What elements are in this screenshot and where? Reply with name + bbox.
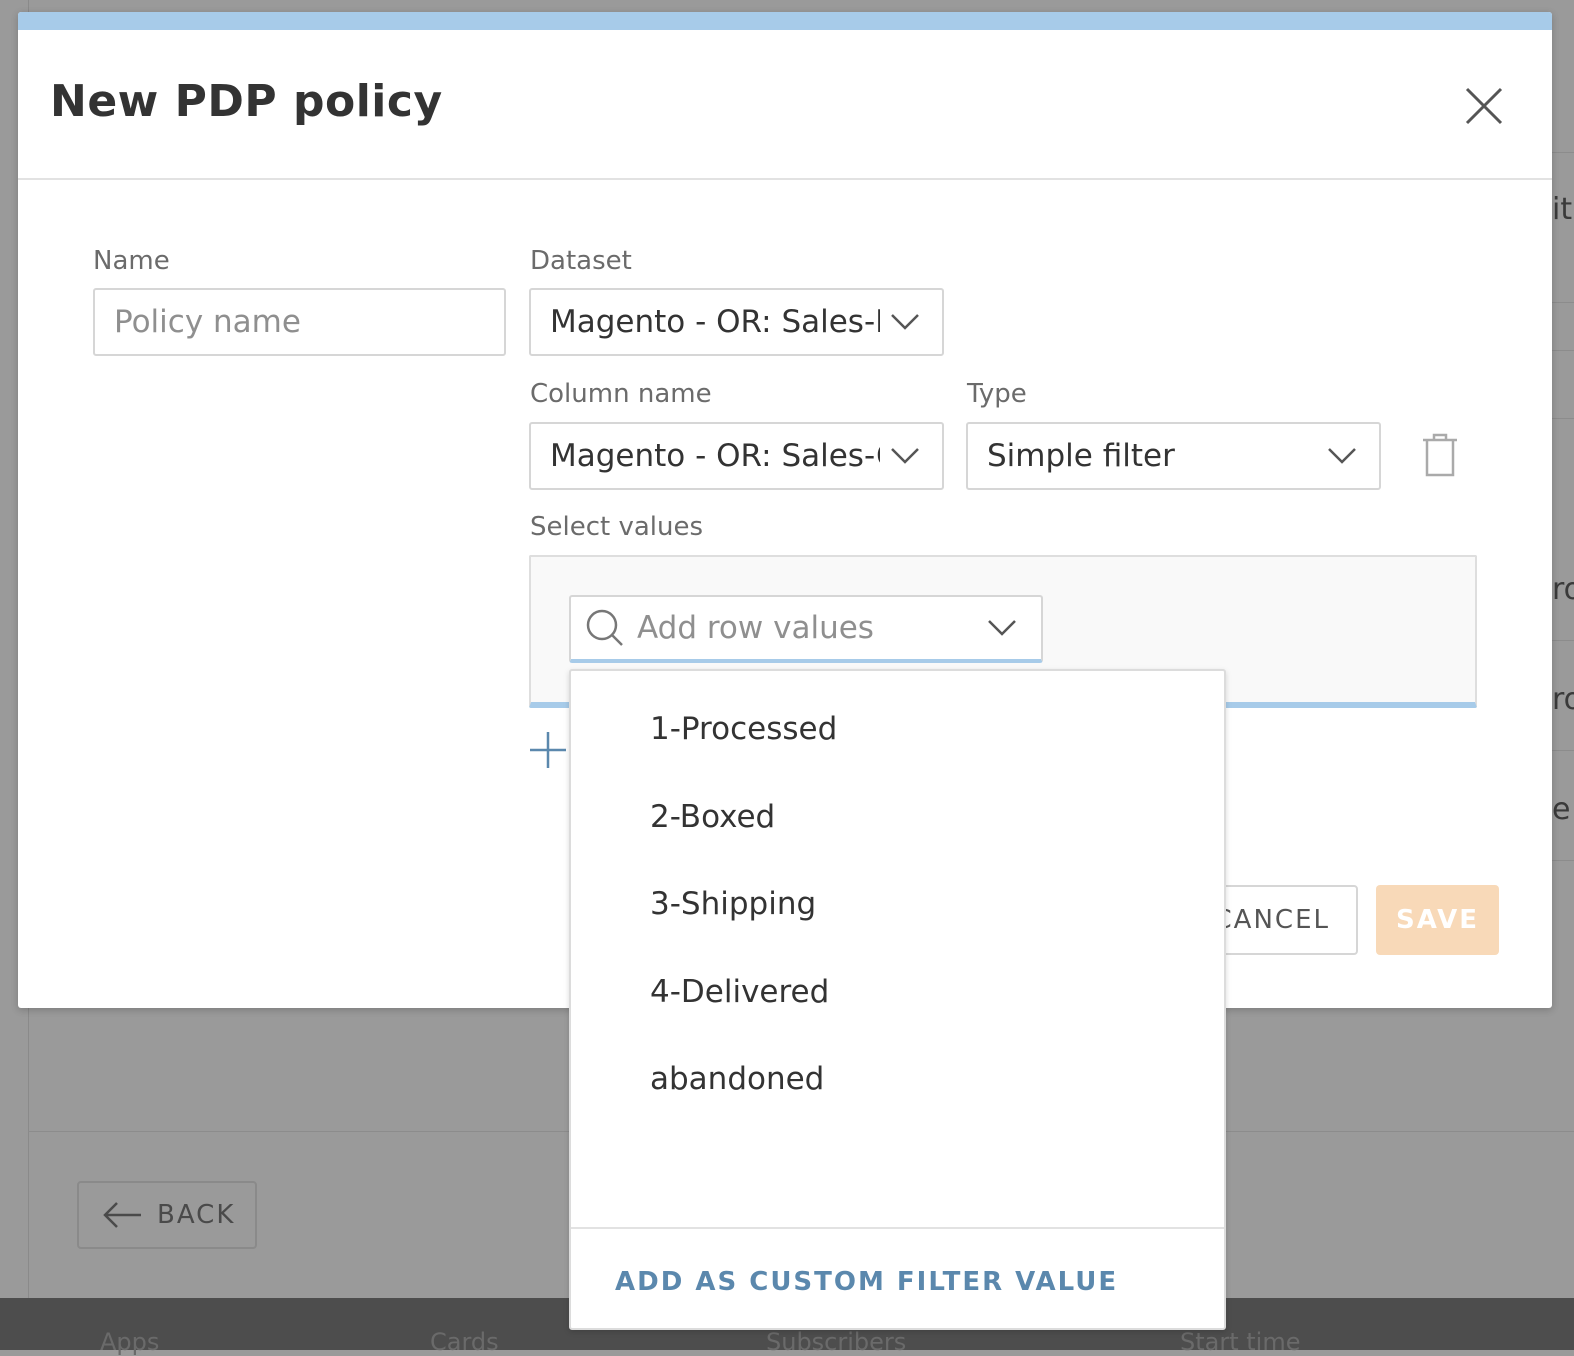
- bg-row-divider: [1552, 418, 1574, 419]
- dropdown-option[interactable]: abandoned: [650, 1061, 824, 1097]
- column-name-select[interactable]: Magento - OR: Sales-Order: [529, 422, 944, 490]
- policy-name-input[interactable]: Policy name: [93, 288, 506, 356]
- policy-name-placeholder: Policy name: [114, 304, 301, 340]
- add-custom-filter-value-link[interactable]: ADD AS CUSTOM FILTER VALUE: [615, 1267, 1118, 1297]
- bg-text-fragment: it: [1552, 192, 1573, 227]
- save-button[interactable]: SAVE: [1376, 885, 1499, 955]
- bg-row-divider: [1552, 152, 1574, 153]
- column-name-label: Column name: [530, 379, 712, 409]
- footer-column-label: Cards: [430, 1328, 499, 1356]
- dropdown-option[interactable]: 3-Shipping: [650, 886, 816, 922]
- back-label: BACK: [157, 1200, 236, 1230]
- bg-row-divider: [1552, 860, 1574, 861]
- row-values-placeholder: Add row values: [637, 610, 874, 646]
- type-value: Simple filter: [987, 438, 1175, 474]
- bg-text-fragment: ro: [1552, 682, 1574, 717]
- bg-row-divider: [1552, 302, 1574, 303]
- arrow-left-icon: [103, 1202, 141, 1228]
- chevron-down-icon: [891, 314, 919, 330]
- dataset-select[interactable]: Magento - OR: Sales-New: [529, 288, 944, 356]
- bg-text-fragment: e: [1552, 792, 1571, 827]
- footer-column-label: Start time: [1180, 1328, 1301, 1356]
- chevron-down-icon: [988, 620, 1016, 636]
- modal-accent-bar: [18, 12, 1552, 30]
- close-button[interactable]: [1462, 84, 1506, 128]
- delete-filter-button[interactable]: [1420, 432, 1460, 478]
- type-label: Type: [967, 379, 1027, 409]
- bg-text-fragment: ro: [1552, 572, 1574, 607]
- trash-icon: [1423, 433, 1457, 477]
- close-icon: [1465, 87, 1503, 125]
- dropdown-option[interactable]: 2-Boxed: [650, 799, 775, 835]
- bg-row-divider: [1552, 350, 1574, 351]
- type-select[interactable]: Simple filter: [966, 422, 1381, 490]
- footer-column-label: Apps: [100, 1328, 160, 1356]
- chevron-down-icon: [1328, 448, 1356, 464]
- header-divider: [18, 178, 1552, 180]
- dropdown-option[interactable]: 1-Processed: [650, 711, 837, 747]
- chevron-down-icon: [891, 448, 919, 464]
- dropdown-option[interactable]: 4-Delivered: [650, 974, 829, 1010]
- dataset-label: Dataset: [530, 246, 632, 276]
- dropdown-divider: [571, 1227, 1224, 1229]
- modal-title: New PDP policy: [50, 76, 443, 127]
- row-values-search-input[interactable]: Add row values: [569, 595, 1043, 663]
- plus-icon: [530, 732, 566, 768]
- add-filter-button[interactable]: [528, 730, 568, 770]
- bg-row-divider: [1552, 750, 1574, 751]
- column-name-value: Magento - OR: Sales-Order: [550, 438, 880, 474]
- footer-column-label: Subscribers: [766, 1328, 907, 1356]
- bg-row-divider: [1552, 640, 1574, 641]
- row-values-dropdown: 1-Processed 2-Boxed 3-Shipping 4-Deliver…: [569, 669, 1226, 1330]
- search-icon: [586, 609, 623, 646]
- dataset-value: Magento - OR: Sales-New: [550, 304, 880, 340]
- name-label: Name: [93, 246, 170, 276]
- select-values-label: Select values: [530, 512, 704, 542]
- back-button[interactable]: BACK: [77, 1181, 257, 1249]
